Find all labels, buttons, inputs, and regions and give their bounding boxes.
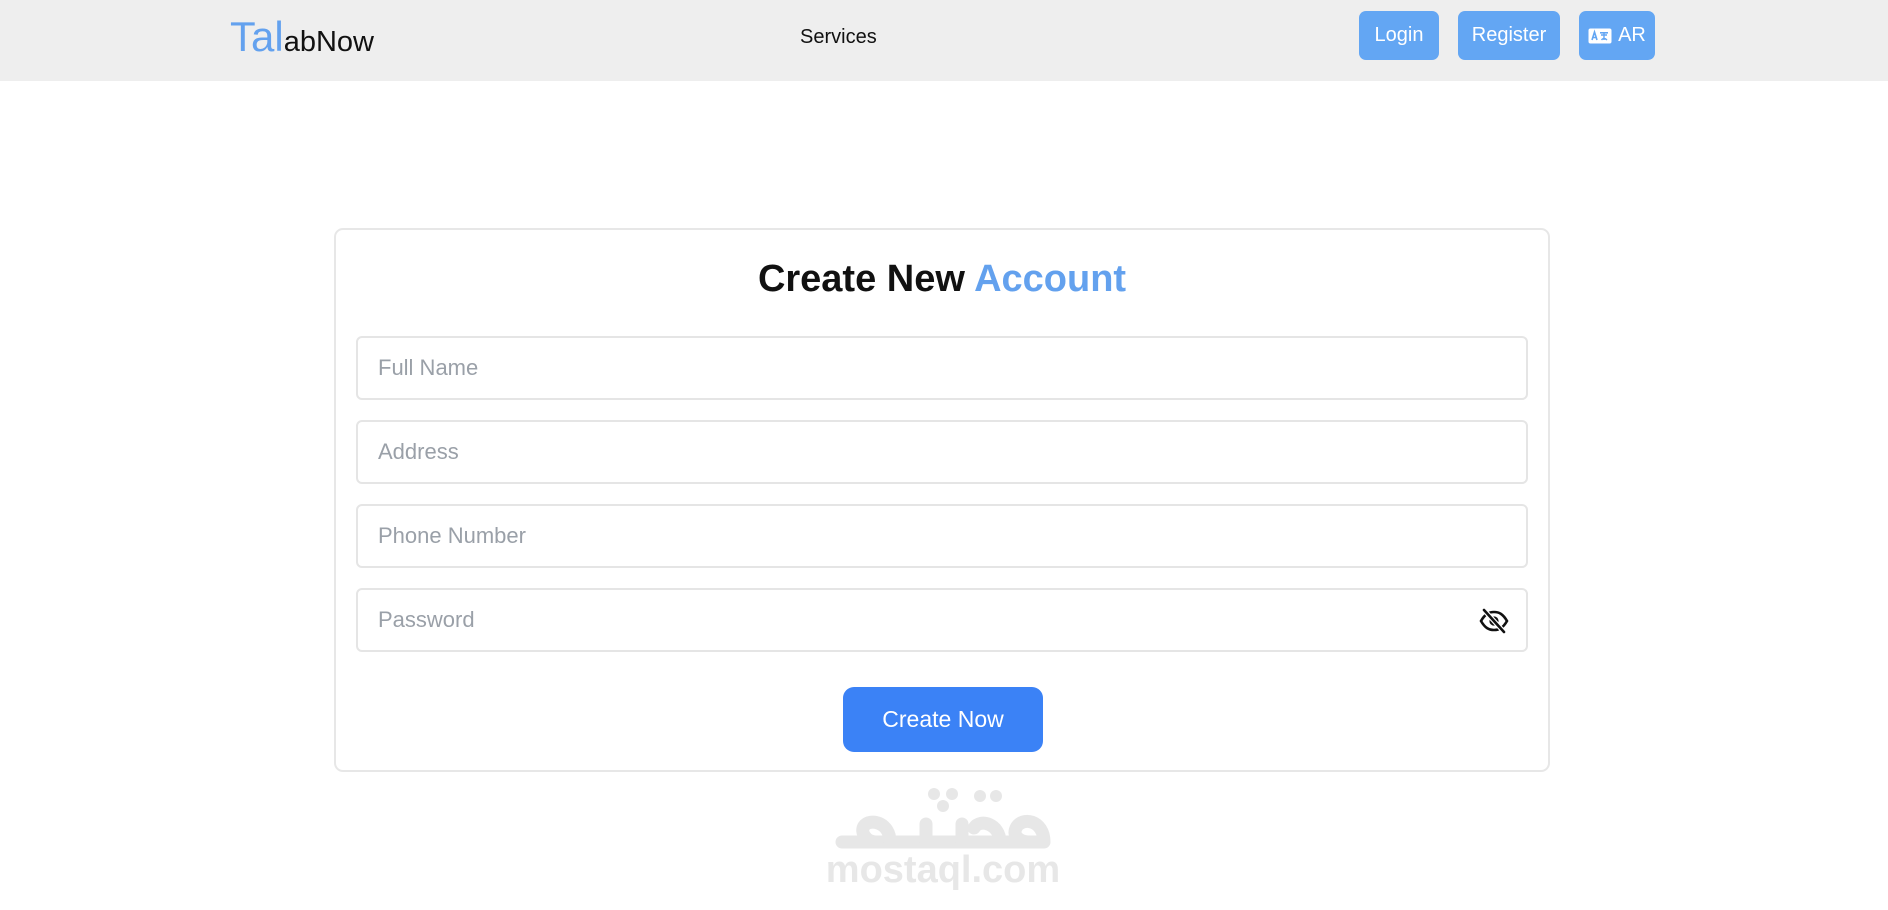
phone-field-wrapper (356, 504, 1528, 568)
site-logo[interactable]: TalabNow (230, 12, 374, 67)
create-now-button[interactable]: Create Now (843, 687, 1043, 752)
nav-link-services[interactable]: Services (800, 24, 877, 50)
logo-rest-text: abNow (283, 26, 374, 58)
title-main-text: Create New (757, 258, 975, 300)
full-name-field-wrapper (356, 336, 1528, 400)
phone-number-input[interactable] (358, 506, 1526, 566)
register-button[interactable]: Register (1458, 11, 1560, 60)
navbar: TalabNow Services Login Register AR (0, 0, 1888, 81)
register-card: Create New Account Create Now (334, 228, 1550, 772)
logo-accent-text: Tal (230, 13, 284, 60)
title-accent-text: Account (974, 258, 1127, 300)
watermark: mostaql.com (818, 780, 1068, 892)
page-title: Create New Account (336, 254, 1548, 304)
watermark-domain-text: mostaql.com (825, 849, 1061, 891)
login-button[interactable]: Login (1359, 11, 1439, 60)
eye-slash-icon[interactable] (1478, 606, 1510, 636)
full-name-input[interactable] (358, 338, 1526, 398)
password-input[interactable] (358, 590, 1526, 650)
language-toggle-button[interactable]: AR (1579, 11, 1655, 60)
language-icon (1588, 28, 1612, 44)
language-button-label: AR (1618, 24, 1646, 46)
password-field-wrapper (356, 588, 1528, 652)
login-button-label: Login (1374, 24, 1424, 46)
address-field-wrapper (356, 420, 1528, 484)
register-button-label: Register (1471, 24, 1547, 46)
watermark-arabic-logo (835, 788, 1051, 849)
address-input[interactable] (358, 422, 1526, 482)
